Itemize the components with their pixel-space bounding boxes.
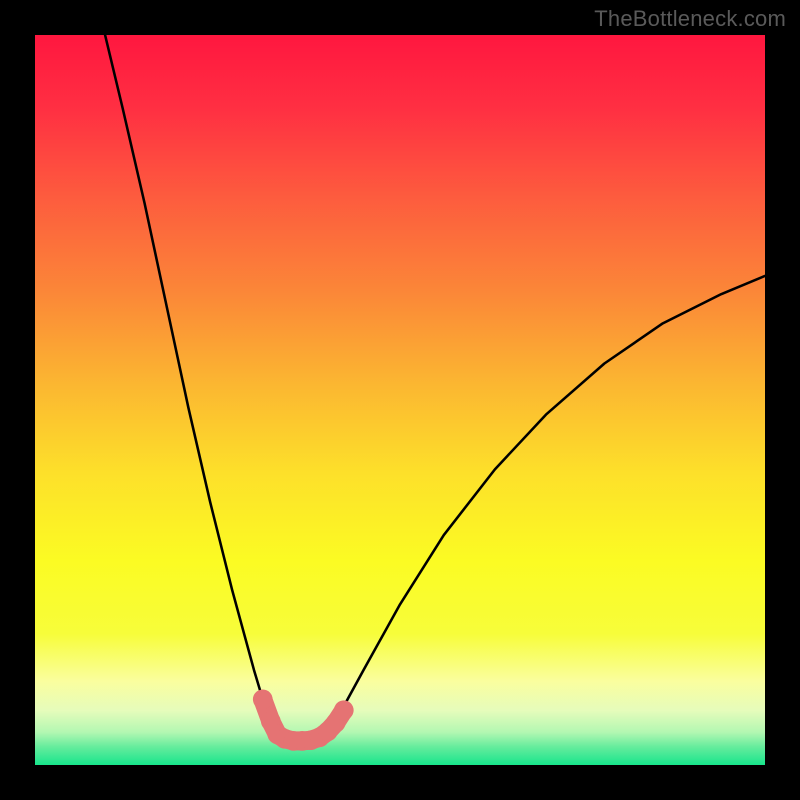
plot-area [35, 35, 765, 765]
trough-marker-dot [334, 700, 354, 720]
watermark-text: TheBottleneck.com [594, 6, 786, 32]
trough-markers [253, 689, 354, 750]
curve-layer [35, 35, 765, 765]
chart-stage: TheBottleneck.com [0, 0, 800, 800]
bottleneck-curve [105, 35, 765, 741]
trough-marker-dot [253, 689, 273, 709]
